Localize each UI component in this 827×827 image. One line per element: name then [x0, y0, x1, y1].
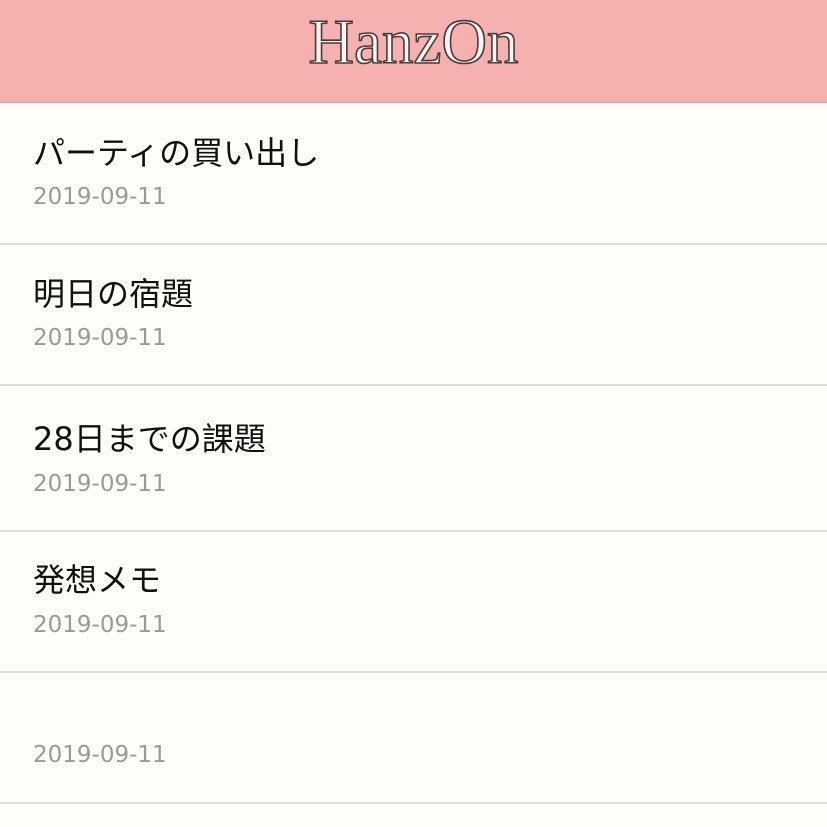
memo-list: パーティの買い出し 2019-09-11 明日の宿題 2019-09-11 28…	[0, 103, 827, 827]
app-title: HanzOn	[308, 6, 520, 78]
app-header: HanzOn	[0, 0, 827, 103]
memo-date: 2019-09-11	[33, 325, 167, 351]
app-screen: HanzOn パーティの買い出し 2019-09-11 明日の宿題 2019-0…	[0, 0, 827, 827]
memo-title: パーティの買い出し	[33, 134, 320, 172]
memo-date: 2019-09-11	[33, 184, 167, 210]
memo-date: 2019-09-11	[33, 742, 167, 768]
memo-title: 発想メモ	[33, 561, 162, 599]
memo-list-item[interactable]: 28日までの課題 2019-09-11	[0, 386, 827, 532]
memo-list-item[interactable]: 発想メモ 2019-09-11	[0, 532, 827, 673]
memo-date: 2019-09-11	[33, 471, 167, 497]
memo-date: 2019-09-11	[33, 612, 167, 638]
memo-list-item[interactable]: 2019-09-11	[0, 673, 827, 804]
memo-list-item[interactable]: 明日の宿題 2019-09-11	[0, 245, 827, 386]
memo-title: 28日までの課題	[33, 420, 266, 458]
memo-title: 明日の宿題	[33, 275, 194, 313]
memo-list-item[interactable]: パーティの買い出し 2019-09-11	[0, 103, 827, 245]
